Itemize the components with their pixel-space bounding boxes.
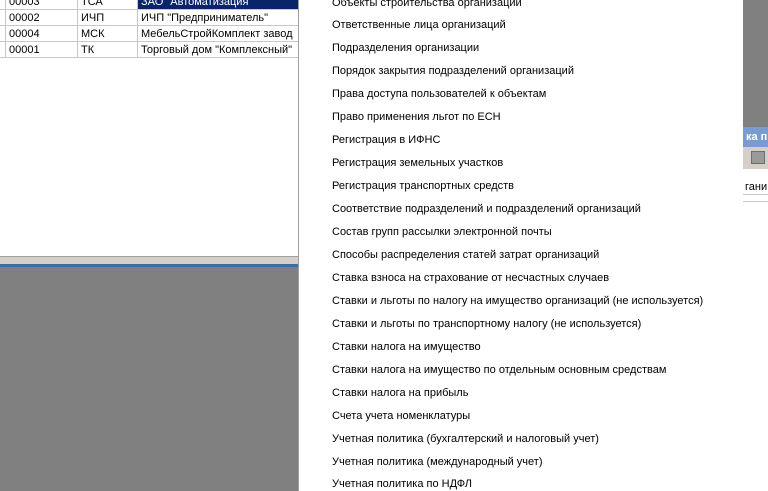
menu-item[interactable]: Регистрация земельных участков xyxy=(332,155,503,171)
menu-item[interactable]: Регистрация транспортных средств xyxy=(332,178,514,194)
menu-item[interactable]: Ставки и льготы по налогу на имущество о… xyxy=(332,293,703,309)
menu-item[interactable]: Регистрация в ИФНС xyxy=(332,132,440,148)
menu-item[interactable]: Состав групп рассылки электронной почты xyxy=(332,224,552,240)
menu-item[interactable]: Ставки и льготы по транспортному налогу … xyxy=(332,316,641,332)
prefix-cell: ТСА xyxy=(78,0,138,10)
menu-item[interactable]: Объекты строительства организаций xyxy=(332,0,522,11)
menu-item[interactable]: Ставка взноса на страхование от несчастн… xyxy=(332,270,609,286)
menu-item[interactable]: Подразделения организации xyxy=(332,40,479,56)
menu-item[interactable]: Учетная политика (международный учет) xyxy=(332,454,543,470)
menu-item[interactable]: Порядок закрытия подразделений организац… xyxy=(332,63,574,79)
menu-item[interactable]: Права доступа пользователей к объектам xyxy=(332,86,546,102)
prefix-cell: МСК xyxy=(78,26,138,42)
menu-item[interactable]: Соответствие подразделений и подразделен… xyxy=(332,201,641,217)
table-row[interactable]: 00004 МСК МебельСтройКомплект завод xyxy=(0,26,298,42)
name-cell: Торговый дом "Комплексный" xyxy=(138,42,298,58)
prefix-cell: ТК xyxy=(78,42,138,58)
code-cell: 00003 xyxy=(6,0,78,10)
catalog-list-popup: Объекты строительства организаций Ответс… xyxy=(298,0,743,491)
toolbar xyxy=(743,147,768,169)
background-window: ка п гани xyxy=(743,127,768,491)
name-cell: МебельСтройКомплект завод xyxy=(138,26,298,42)
code-cell: 00002 xyxy=(6,10,78,26)
column-header[interactable]: гани xyxy=(743,179,768,195)
table-row[interactable]: 00003 ТСА ЗАО "Автоматизация" xyxy=(0,0,298,10)
menu-item[interactable]: Ставки налога на имущество xyxy=(332,339,481,355)
divider xyxy=(743,201,768,202)
menu-item[interactable]: Ставки налога на прибыль xyxy=(332,385,468,401)
menu-item[interactable]: Ставки налога на имущество по отдельным … xyxy=(332,362,666,378)
name-cell: ЗАО "Автоматизация" xyxy=(138,0,298,10)
menu-item[interactable]: Учетная политика по НДФЛ xyxy=(332,476,472,491)
print-icon[interactable] xyxy=(751,151,765,164)
menu-item[interactable]: Ответственные лица организаций xyxy=(332,17,506,33)
menu-item[interactable]: Учетная политика (бухгалтерский и налого… xyxy=(332,431,599,447)
prefix-cell: ИЧП xyxy=(78,10,138,26)
menu-item[interactable]: Право применения льгот по ЕСН xyxy=(332,109,501,125)
organizations-table: 00003 ТСА ЗАО "Автоматизация" 00002 ИЧП … xyxy=(0,0,298,256)
table-row[interactable]: 00001 ТК Торговый дом "Комплексный" xyxy=(0,42,298,58)
menu-item[interactable]: Счета учета номенклатуры xyxy=(332,408,470,424)
window-border xyxy=(0,264,298,267)
name-cell: ИЧП "Предприниматель" xyxy=(138,10,298,26)
table-row[interactable]: 00002 ИЧП ИЧП "Предприниматель" xyxy=(0,10,298,26)
code-cell: 00001 xyxy=(6,42,78,58)
menu-item[interactable]: Способы распределения статей затрат орга… xyxy=(332,247,599,263)
code-cell: 00004 xyxy=(6,26,78,42)
window-title[interactable]: ка п xyxy=(743,127,768,147)
